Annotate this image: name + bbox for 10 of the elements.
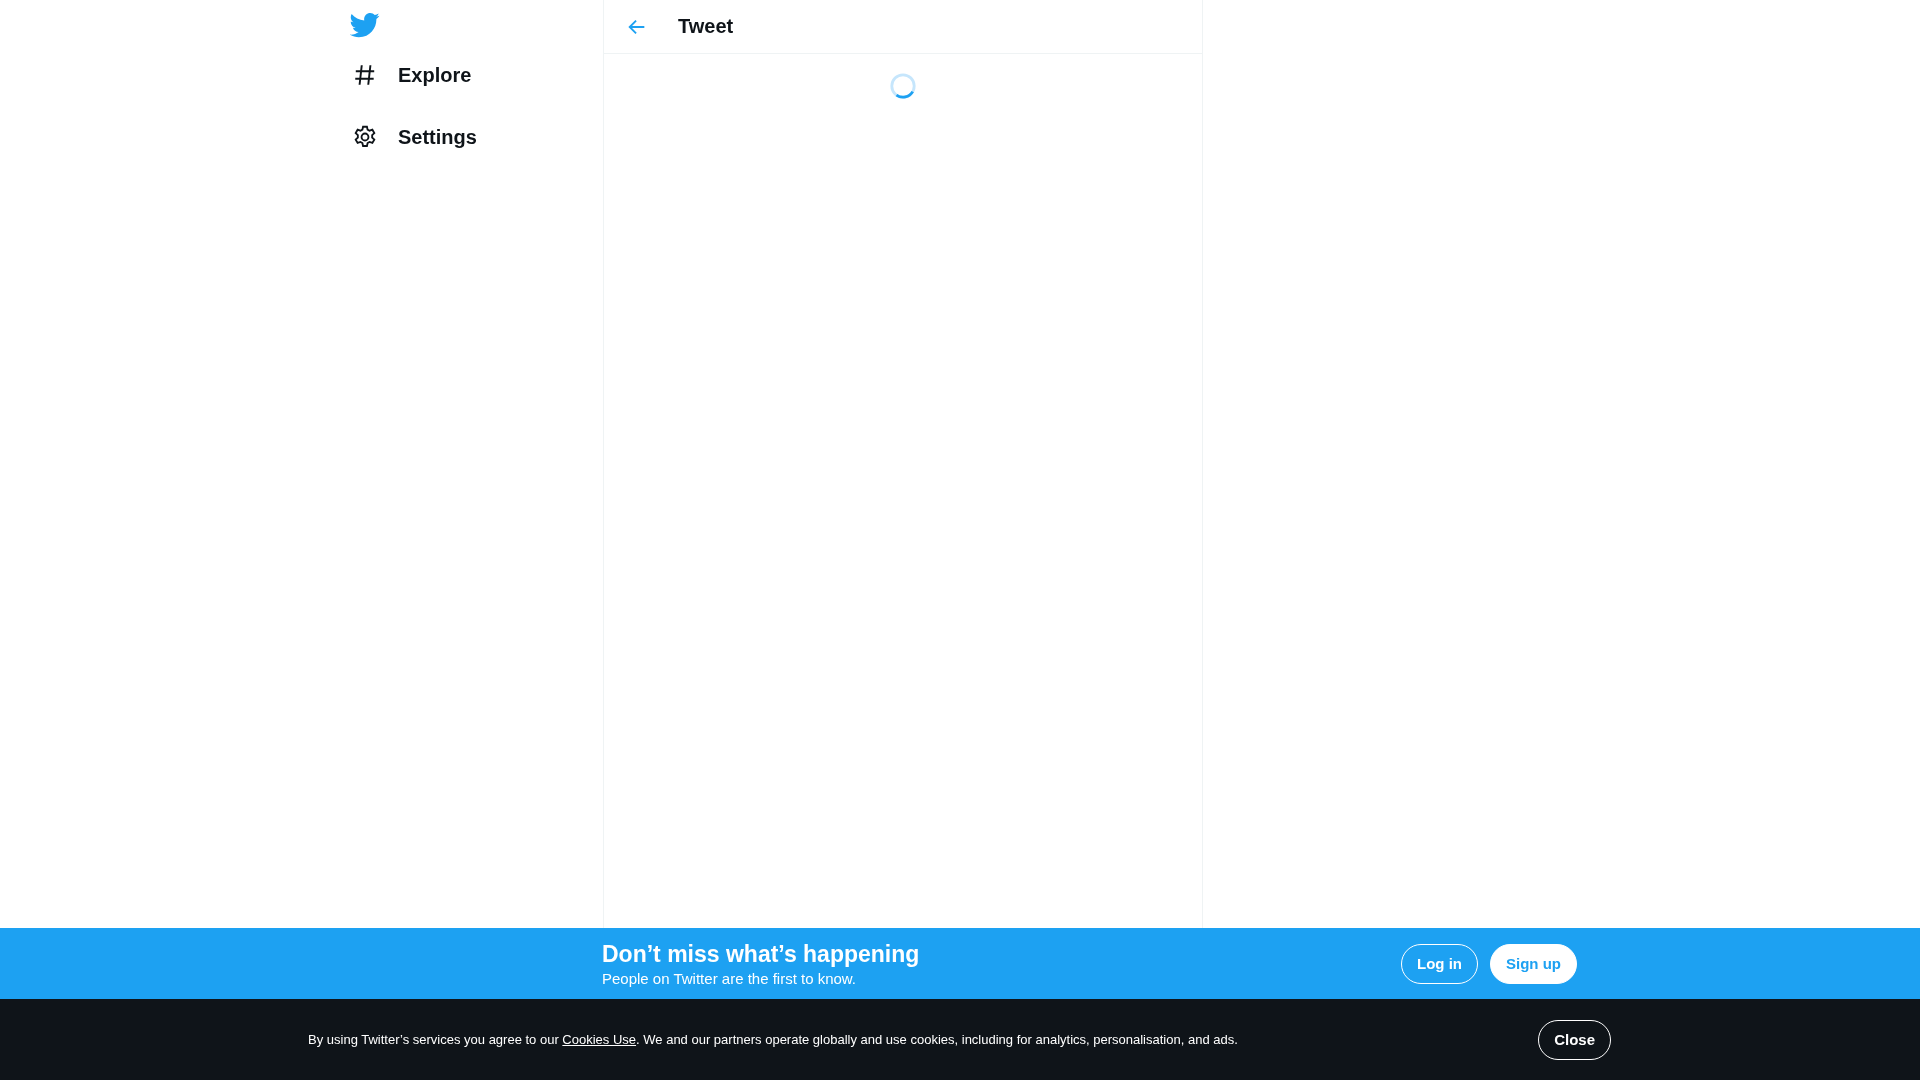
cookies-link[interactable]: Cookies Use <box>562 1032 637 1047</box>
settings-icon <box>352 124 378 150</box>
cookie-notice: By using Twitter’s services you agree to our Cookies Use. We and our partners operate globally and use cookies, including for analytics, personalisation, and ads. <box>308 1032 1238 1047</box>
page-title: Tweet <box>678 15 734 38</box>
nav-link[interactable]: Settings <box>340 110 489 164</box>
banner-title: Don’t miss what’s happening <box>602 940 920 968</box>
banner-subtitle: People on Twitter are the first to know. <box>602 969 858 987</box>
loading-spinner-icon <box>889 72 917 100</box>
nav-link[interactable]: Explore <box>340 48 484 102</box>
bird-logo-icon[interactable] <box>350 10 380 40</box>
